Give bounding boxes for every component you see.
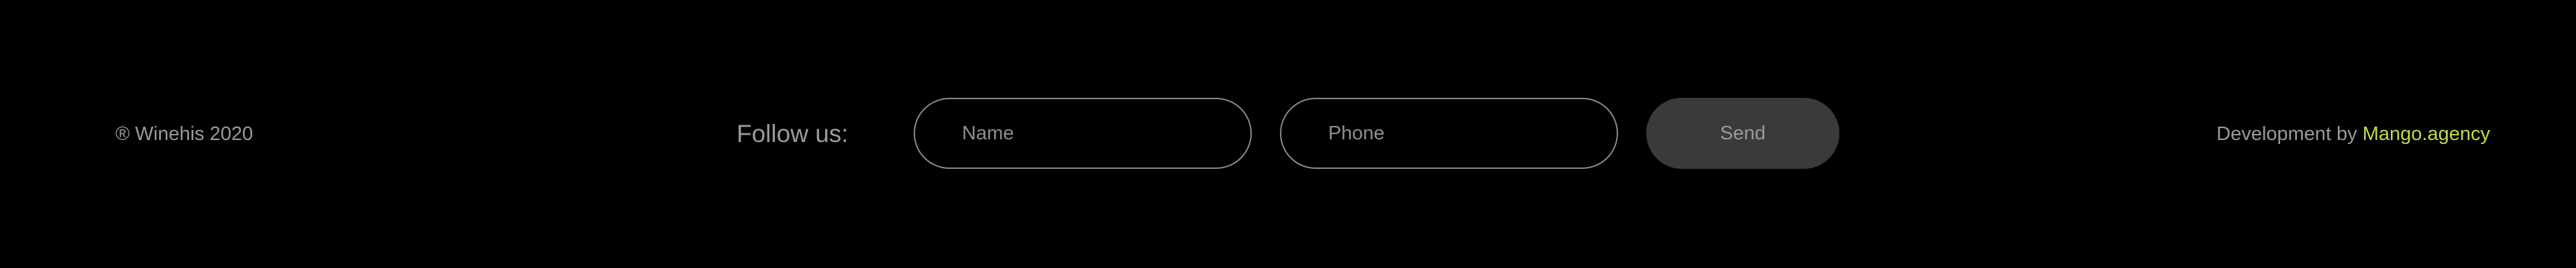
follow-us-label: Follow us: <box>737 120 849 147</box>
site-footer: ® Winehis 2020 Follow us: Send Developme… <box>0 0 2576 268</box>
development-credit-prefix: Development by <box>2216 123 2363 145</box>
send-button[interactable]: Send <box>1646 98 1839 169</box>
name-input[interactable] <box>914 98 1252 169</box>
development-credit: Development by Mango.agency <box>2216 122 2490 146</box>
mango-agency-link[interactable]: Mango.agency <box>2363 123 2490 145</box>
phone-input[interactable] <box>1280 98 1618 169</box>
copyright-text: ® Winehis 2020 <box>115 123 254 145</box>
